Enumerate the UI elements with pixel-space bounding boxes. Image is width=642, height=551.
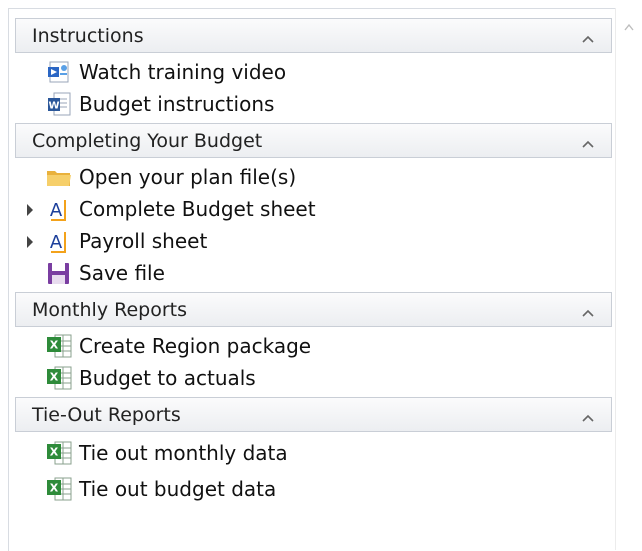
section-header-completing-your-budget[interactable]: Completing Your Budget: [15, 123, 612, 158]
svg-text:X: X: [50, 482, 59, 495]
expand-arrow-icon[interactable]: [27, 236, 33, 248]
expand-arrow-icon[interactable]: [27, 204, 33, 216]
excel-icon: X: [45, 332, 73, 360]
task-label: Complete Budget sheet: [79, 197, 316, 221]
svg-text:A: A: [50, 232, 63, 253]
excel-icon: X: [45, 364, 73, 392]
task-label: Create Region package: [79, 334, 312, 358]
task-label: Watch training video: [79, 60, 287, 84]
scroll-up-arrow-icon[interactable]: [624, 23, 634, 31]
section-title: Tie-Out Reports: [32, 403, 181, 426]
task-tie-out-monthly-data[interactable]: X Tie out monthly data: [15, 435, 612, 471]
excel-icon: X: [45, 475, 73, 503]
task-label: Tie out budget data: [79, 477, 277, 501]
section-header-tie-out-reports[interactable]: Tie-Out Reports: [15, 397, 612, 432]
task-budget-to-actuals[interactable]: X Budget to actuals: [15, 362, 612, 394]
task-create-region-package[interactable]: X Create Region package: [15, 330, 612, 362]
section-header-monthly-reports[interactable]: Monthly Reports: [15, 292, 612, 327]
task-watch-training-video[interactable]: Watch training video: [15, 56, 612, 88]
task-payroll-sheet[interactable]: A Payroll sheet: [15, 225, 612, 257]
section-completing-your-budget: Completing Your Budget Open your plan fi…: [15, 123, 612, 292]
video-icon: [45, 58, 73, 86]
svg-text:A: A: [50, 200, 63, 221]
task-tie-out-budget-data[interactable]: X Tie out budget data: [15, 471, 612, 507]
section-monthly-reports: Monthly Reports X Create Region package …: [15, 292, 612, 397]
section-title: Instructions: [32, 24, 144, 47]
task-label: Budget to actuals: [79, 366, 256, 390]
section-instructions: Instructions Watch training video W Budg…: [15, 18, 612, 123]
text-a-icon: A: [45, 227, 73, 255]
task-open-plan-files[interactable]: Open your plan file(s): [15, 161, 612, 193]
save-icon: [45, 259, 73, 287]
task-label: Open your plan file(s): [79, 165, 297, 189]
task-save-file[interactable]: Save file: [15, 257, 612, 289]
chevron-up-icon[interactable]: [581, 29, 595, 43]
section-tie-out-reports: Tie-Out Reports X Tie out monthly data X…: [15, 397, 612, 510]
task-complete-budget-sheet[interactable]: A Complete Budget sheet: [15, 193, 612, 225]
chevron-up-icon[interactable]: [581, 303, 595, 317]
task-budget-instructions[interactable]: W Budget instructions: [15, 88, 612, 120]
left-margin: [0, 0, 8, 550]
chevron-up-icon[interactable]: [581, 134, 595, 148]
svg-text:X: X: [50, 371, 59, 384]
section-title: Completing Your Budget: [32, 129, 263, 152]
task-label: Budget instructions: [79, 92, 275, 116]
section-title: Monthly Reports: [32, 298, 187, 321]
task-label: Payroll sheet: [79, 229, 208, 253]
excel-icon: X: [45, 439, 73, 467]
svg-text:W: W: [48, 101, 59, 112]
task-label: Tie out monthly data: [79, 441, 288, 465]
chevron-up-icon[interactable]: [581, 408, 595, 422]
vertical-scrollbar[interactable]: [615, 8, 642, 550]
section-header-instructions[interactable]: Instructions: [15, 18, 612, 53]
task-label: Save file: [79, 261, 165, 285]
folder-icon: [45, 163, 73, 191]
svg-text:X: X: [50, 446, 59, 459]
text-a-icon: A: [45, 195, 73, 223]
task-list-panel: Instructions Watch training video W Budg…: [15, 18, 612, 510]
word-document-icon: W: [45, 90, 73, 118]
svg-text:X: X: [50, 339, 59, 352]
